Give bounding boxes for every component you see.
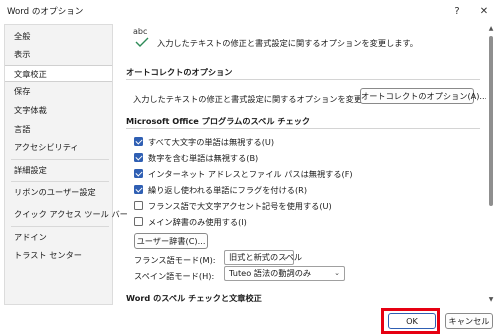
window-title: Word のオプション: [7, 7, 84, 17]
french-mode-select[interactable]: 旧式と新式のスペル ⌄: [224, 250, 302, 265]
main-content: abc 入力したテキストの修正と書式設定に関するオプションを変更します。 オート…: [120, 22, 486, 306]
word-proofing-section-title: Word のスペル チェックと文章校正: [126, 293, 262, 303]
spelling-section-title: Microsoft Office プログラムのスペル チェック: [126, 116, 311, 126]
spanish-mode-select[interactable]: Tuteo 語法の動詞のみ ⌄: [224, 266, 345, 281]
vertical-scrollbar[interactable]: ▲ ▼: [486, 24, 496, 305]
abc-check-icon: abc: [133, 27, 149, 47]
ignore-uppercase-label: すべて大文字の単語は無視する(U): [148, 137, 275, 147]
checkmark-icon: [135, 37, 149, 47]
ignore-numbers-label: 数字を含む単語は無視する(B): [148, 153, 259, 163]
help-button[interactable]: ?: [445, 2, 469, 20]
ignore-urls-checkbox[interactable]: [134, 169, 143, 178]
chevron-down-icon: ⌄: [334, 269, 340, 277]
sidebar-item-advanced[interactable]: 詳細設定: [5, 162, 112, 179]
chevron-down-icon: ⌄: [283, 253, 289, 261]
cancel-button[interactable]: キャンセル: [445, 313, 493, 329]
section-divider: [126, 128, 480, 129]
sidebar-item-general[interactable]: 全般: [5, 28, 112, 45]
scroll-thumb[interactable]: [489, 36, 493, 206]
sidebar-divider: [11, 159, 109, 160]
sidebar-item-language[interactable]: 言語: [5, 121, 112, 138]
spanish-mode-label: スペイン語モード(H):: [134, 271, 215, 281]
sidebar-item-trust-center[interactable]: トラスト センター: [5, 247, 112, 264]
sidebar-item-customize-ribbon[interactable]: リボンのユーザー設定: [5, 184, 112, 201]
autocorrect-description: 入力したテキストの修正と書式設定に関するオプションを変更します。: [133, 94, 394, 104]
sidebar-divider: [11, 181, 109, 182]
ignore-uppercase-checkbox[interactable]: [134, 137, 143, 146]
ok-highlight-box: [381, 308, 440, 334]
french-mode-label: フランス語モード(M):: [134, 255, 216, 265]
section-divider: [126, 79, 480, 80]
custom-dictionaries-button[interactable]: ユーザー辞書(C)...: [134, 233, 208, 249]
main-dictionary-only-checkbox[interactable]: [134, 217, 143, 226]
autocorrect-options-button[interactable]: オートコレクトのオプション(A)...: [360, 88, 486, 104]
sidebar-item-display[interactable]: 表示: [5, 46, 112, 63]
ignore-urls-label: インターネット アドレスとファイル パスは無視する(F): [148, 169, 353, 179]
flag-repeated-label: 繰り返し使われる単語にフラグを付ける(R): [148, 185, 308, 195]
sidebar-item-save[interactable]: 保存: [5, 83, 112, 100]
flag-repeated-checkbox[interactable]: [134, 185, 143, 194]
sidebar-item-addins[interactable]: アドイン: [5, 229, 112, 246]
scroll-up-icon[interactable]: ▲: [487, 25, 495, 33]
scroll-down-icon[interactable]: ▼: [487, 296, 495, 304]
spanish-mode-value: Tuteo 語法の動詞のみ: [229, 268, 312, 278]
sidebar-divider: [11, 226, 109, 227]
sidebar-nav: 全般 表示 文章校正 保存 文字体裁 言語 アクセシビリティ 詳細設定 リボンの…: [4, 24, 128, 305]
close-icon: ✕: [479, 5, 489, 17]
sidebar-item-proofing[interactable]: 文章校正: [5, 65, 112, 82]
sidebar-item-quick-access-toolbar[interactable]: クイック アクセス ツール バー: [5, 206, 128, 223]
french-mode-value: 旧式と新式のスペル: [229, 252, 303, 262]
title-bar: Word のオプション ? ✕: [0, 0, 500, 22]
ignore-numbers-checkbox[interactable]: [134, 153, 143, 162]
abc-icon-text: abc: [133, 27, 148, 36]
close-button[interactable]: ✕: [472, 2, 496, 20]
sidebar-item-typography[interactable]: 文字体裁: [5, 102, 112, 119]
french-accent-checkbox[interactable]: [134, 201, 143, 210]
autocorrect-section-title: オートコレクトのオプション: [126, 67, 233, 77]
help-icon: ?: [454, 5, 460, 17]
french-accent-label: フランス語で大文字アクセント記号を使用する(U): [148, 201, 332, 211]
sidebar-item-accessibility[interactable]: アクセシビリティ: [5, 139, 112, 156]
header-description: 入力したテキストの修正と書式設定に関するオプションを変更します。: [157, 38, 418, 48]
main-dictionary-only-label: メイン辞書のみ使用する(I): [148, 217, 247, 227]
